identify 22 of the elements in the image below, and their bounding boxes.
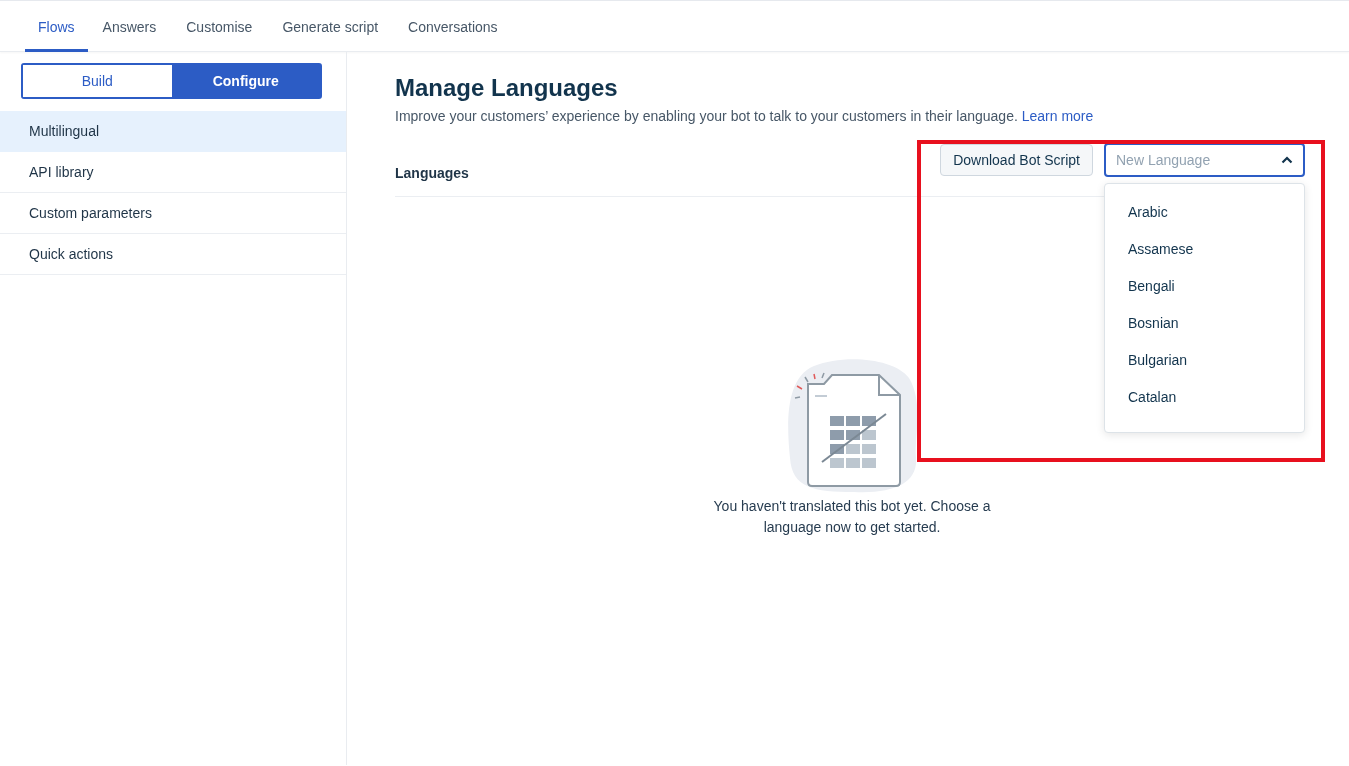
sidebar-item[interactable]: API library xyxy=(0,152,346,193)
page-description: Improve your customers’ experience by enabling your bot to talk to your customers in their language. Learn more xyxy=(395,108,1095,124)
dropdown-option[interactable]: Catalan xyxy=(1105,378,1304,415)
section-heading: Languages xyxy=(395,164,470,181)
nav-tab[interactable]: Generate script xyxy=(267,1,394,52)
dropdown-option[interactable]: Bulgarian xyxy=(1105,341,1304,378)
sidebar-item[interactable]: Quick actions xyxy=(0,234,346,275)
nav-tab[interactable]: Customise xyxy=(171,1,268,52)
dropdown-option[interactable]: Assamese xyxy=(1105,230,1304,267)
sidebar-item[interactable]: Custom parameters xyxy=(0,193,346,234)
dropdown-option[interactable]: Bengali xyxy=(1105,267,1304,304)
learn-more-link[interactable]: Learn more xyxy=(1021,108,1094,124)
nav-tab[interactable]: Flows xyxy=(25,1,88,52)
nav-tab[interactable]: Answers xyxy=(87,1,172,52)
nav-tab[interactable]: Conversations xyxy=(393,1,513,52)
download-button[interactable]: Download Bot Script xyxy=(940,144,1093,176)
dropdown-option[interactable]: Bosnian xyxy=(1105,304,1304,341)
sidebar-item[interactable]: Multilingual xyxy=(0,111,346,152)
mode-toggle[interactable]: Configure xyxy=(171,65,320,97)
page-title: Manage Languages xyxy=(395,74,619,102)
dropdown-option[interactable]: Arabic xyxy=(1105,193,1304,230)
empty-state-message: You haven't translated this bot yet. Choose a language now to get started. xyxy=(712,497,992,537)
